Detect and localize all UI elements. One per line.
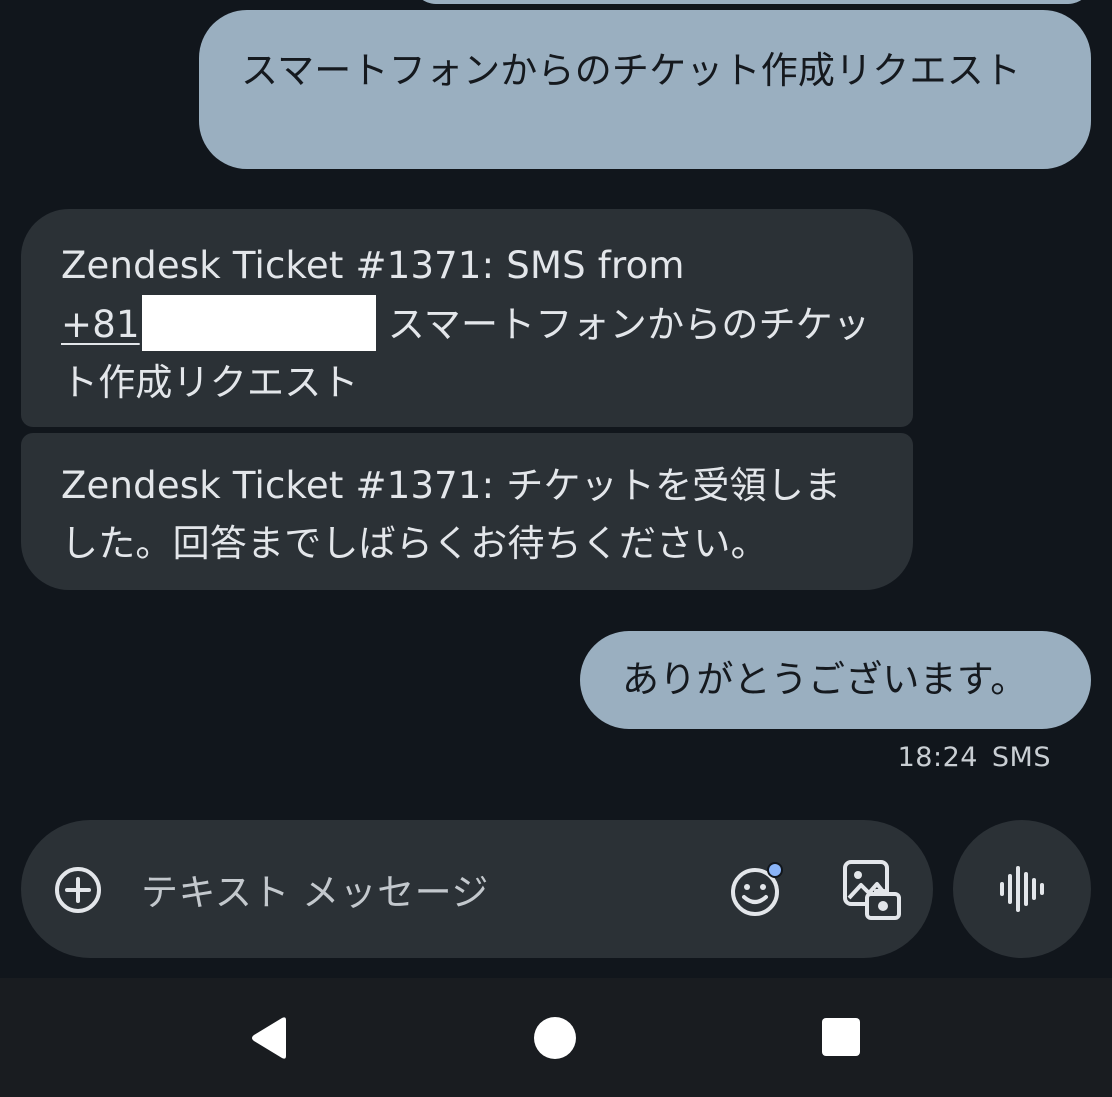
previous-message-edge bbox=[412, 0, 1092, 4]
voice-waveform-icon bbox=[1000, 866, 1044, 912]
back-icon[interactable] bbox=[248, 1016, 290, 1060]
incoming-message-bubble[interactable]: Zendesk Ticket #1371: SMS from +81 スマートフォ… bbox=[21, 209, 913, 427]
emoji-icon[interactable] bbox=[727, 860, 787, 920]
message-input[interactable]: テキスト メッセージ bbox=[141, 862, 489, 916]
message-text: Zendesk Ticket #1371: SMS from bbox=[61, 244, 685, 287]
home-icon[interactable] bbox=[534, 1017, 576, 1059]
message-composer: テキスト メッセージ bbox=[21, 820, 933, 958]
message-meta: 18:24 SMS bbox=[898, 742, 1051, 773]
recents-icon[interactable] bbox=[822, 1018, 860, 1056]
message-text: スマートフォンからのチケット作成リクエスト bbox=[241, 49, 1022, 92]
message-text: ありがとうございます。 bbox=[622, 658, 1028, 701]
gallery-icon[interactable] bbox=[841, 858, 903, 922]
outgoing-message-bubble[interactable]: ありがとうございます。 bbox=[580, 631, 1091, 729]
message-time: 18:24 bbox=[897, 742, 978, 773]
voice-record-button[interactable] bbox=[953, 820, 1091, 958]
message-channel: SMS bbox=[991, 742, 1051, 773]
add-circle-icon[interactable] bbox=[53, 865, 103, 915]
system-navigation-bar bbox=[0, 978, 1112, 1097]
incoming-message-bubble[interactable]: Zendesk Ticket #1371: チケットを受領しました。回答までしば… bbox=[21, 433, 913, 590]
phone-number-link[interactable]: +81 bbox=[61, 303, 140, 346]
message-text: Zendesk Ticket #1371: チケットを受領しました。回答までしば… bbox=[61, 464, 842, 565]
redaction-box bbox=[141, 295, 376, 351]
message-list[interactable]: スマートフォンからのチケット作成リクエスト Zendesk Ticket #13… bbox=[0, 0, 1112, 978]
outgoing-message-bubble[interactable]: スマートフォンからのチケット作成リクエスト bbox=[199, 10, 1091, 169]
